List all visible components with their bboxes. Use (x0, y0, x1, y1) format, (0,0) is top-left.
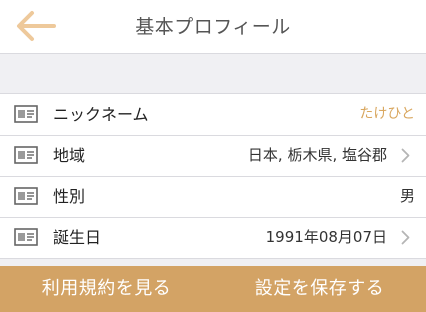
id-card-icon (14, 187, 38, 205)
save-settings-button[interactable]: 設定を保存する (213, 266, 426, 312)
row-label-region: 地域 (53, 146, 86, 165)
row-label-nickname: ニックネーム (53, 105, 149, 124)
bottom-action-bar: 利用規約を見る 設定を保存する (0, 266, 426, 312)
row-birthday[interactable]: 誕生日 1991年08月07日 (0, 217, 426, 258)
row-region[interactable]: 地域 日本, 栃木県, 塩谷郡 (0, 135, 426, 176)
row-label-gender: 性別 (53, 187, 86, 206)
view-terms-button[interactable]: 利用規約を見る (0, 266, 213, 312)
region-value: 日本, 栃木県, 塩谷郡 (247, 146, 387, 164)
id-card-icon (14, 228, 38, 246)
chevron-right-icon (401, 230, 410, 245)
id-card-icon (14, 146, 38, 164)
birthday-value: 1991年08月07日 (265, 228, 387, 246)
nickname-value: たけひと (359, 106, 415, 122)
row-label-birthday: 誕生日 (53, 228, 102, 247)
page-title: 基本プロフィール (135, 16, 291, 38)
nav-bar: 基本プロフィール (0, 0, 426, 54)
gender-value: 男 (399, 187, 415, 205)
profile-list: ニックネーム たけひと 地域 日本, 栃木県, 塩谷郡 性別 男 誕生日 199… (0, 93, 426, 259)
row-gender[interactable]: 性別 男 (0, 176, 426, 217)
id-card-icon (14, 105, 38, 123)
chevron-right-icon (401, 148, 410, 163)
row-nickname[interactable]: ニックネーム たけひと (0, 94, 426, 135)
